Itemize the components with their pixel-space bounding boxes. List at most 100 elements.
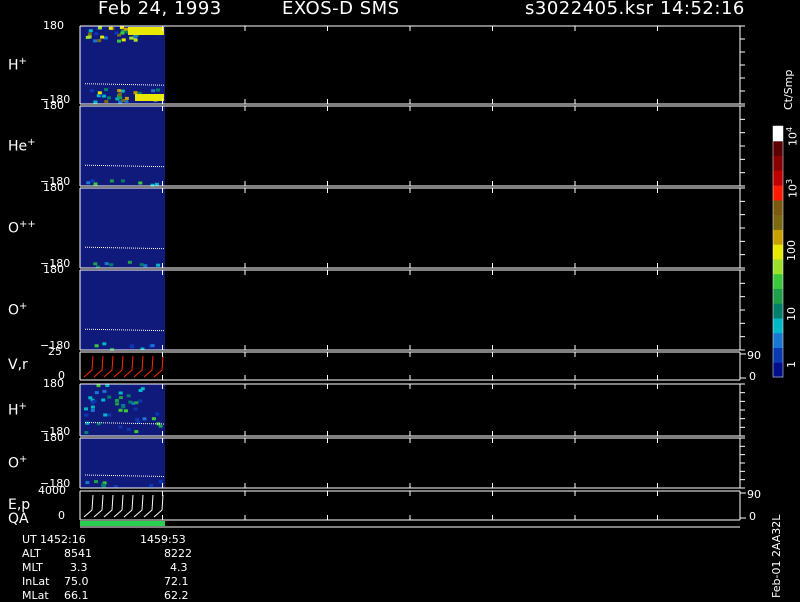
spectrogram-cell — [106, 96, 111, 100]
velocity-trace — [143, 494, 154, 518]
footer-row-value-end: 1459:53 — [140, 533, 186, 546]
spectrogram-cell — [121, 405, 126, 409]
axis-top-label: 180 — [43, 377, 64, 390]
footer-row-name: UT — [22, 533, 37, 546]
spectrogram-cell — [84, 413, 89, 417]
spectrogram-cell — [118, 100, 123, 104]
spectrogram-cell — [102, 389, 107, 393]
colorbar-segment — [773, 258, 783, 275]
spectrogram-cell — [109, 179, 114, 183]
spectrogram-cell — [149, 483, 154, 487]
colorbar-segment — [773, 273, 783, 289]
axis-top-label: 25 — [48, 345, 62, 358]
spectrogram-cell — [107, 413, 112, 417]
data-code: Feb-01 2AA32L — [770, 514, 783, 598]
colorbar-segment — [773, 185, 783, 201]
spectrogram-cell — [118, 425, 123, 429]
colorbar-segment — [773, 126, 783, 142]
colorbar-segment — [773, 214, 783, 230]
velocity-trace — [93, 355, 104, 378]
spectrogram-cell — [94, 391, 99, 395]
colorbar-tick-label: 1 — [785, 361, 798, 368]
spectrogram-cell — [104, 88, 108, 92]
velocity-trace — [153, 494, 164, 518]
spectrogram-cell — [133, 407, 138, 411]
spectrogram-cell — [120, 31, 125, 35]
velocity-trace — [133, 494, 144, 518]
spectrogram-cell — [93, 39, 98, 43]
footer-row-value-end: 8222 — [164, 547, 192, 560]
colorbar-segment — [773, 332, 783, 348]
colorbar-segment — [773, 303, 783, 319]
colorbar-tick-label: 103 — [785, 178, 800, 198]
footer-row-value-start: 8541 — [64, 547, 92, 560]
spectrogram-cell — [123, 27, 128, 31]
spectrogram-cell — [118, 391, 123, 395]
colorbar-tick-label: 100 — [785, 240, 798, 261]
panel-label: O+ — [8, 454, 28, 472]
spectrogram-cell — [154, 182, 159, 186]
spectrogram-cell — [101, 398, 106, 402]
spectrogram-cell — [109, 263, 114, 267]
spectrogram-fill-6 — [80, 438, 165, 488]
spectrogram-cell — [117, 39, 121, 43]
spectrogram-cell — [127, 260, 132, 264]
spectrogram-cell — [102, 342, 107, 346]
axis-top-label: 180 — [43, 431, 64, 444]
spectrogram-cell — [134, 430, 139, 434]
colorbar-segment — [773, 317, 783, 334]
velocity-trace — [83, 355, 94, 378]
footer-row-name: ALT — [22, 547, 41, 560]
velocity-trace — [123, 494, 134, 518]
spectrogram-cell — [158, 480, 163, 484]
spectrogram-cell — [108, 26, 113, 30]
spectrogram-cell — [114, 399, 119, 402]
panel-label-2: QA — [8, 510, 29, 527]
plot-file: s3022405.ksr — [525, 0, 654, 19]
spectrogram-cell — [104, 262, 109, 266]
panel-label: O++ — [8, 219, 36, 237]
spectrogram-cell — [101, 483, 105, 487]
spectrogram-fill-1 — [80, 106, 165, 186]
spectrogram-fill-2 — [80, 188, 165, 268]
velocity-trace — [143, 355, 154, 378]
spectrogram-cell — [97, 91, 102, 95]
colorbar-tick-label: 10 — [785, 307, 798, 321]
velocity-trace — [93, 494, 104, 518]
spectrogram-cell — [98, 26, 102, 30]
colorbar-unit: Ct/Smp — [782, 69, 795, 110]
axis-bottom-label: 0 — [58, 509, 65, 522]
velocity-trace — [103, 494, 114, 518]
right-axis-bottom-label: 0 — [749, 510, 756, 523]
spectrogram-cell — [100, 35, 105, 39]
spectrogram-cell — [89, 89, 94, 93]
spectrogram-cell — [138, 399, 143, 403]
spectrogram-band-top — [128, 27, 164, 35]
spectrogram-cell — [94, 32, 99, 36]
spectrogram-cell — [134, 401, 139, 405]
spectrogram-cell — [121, 38, 126, 42]
spectrogram-cell — [120, 179, 125, 183]
colorbar-segment — [773, 140, 783, 157]
spectrogram-cell — [117, 92, 122, 96]
footer-row-value-start: 75.0 — [64, 575, 89, 588]
spectrogram-cell — [86, 181, 91, 185]
footer-row-value-start: 66.1 — [64, 589, 89, 602]
footer-row-name: MLT — [22, 561, 43, 574]
colorbar-segment — [773, 155, 783, 171]
spectrogram-cell — [107, 395, 112, 399]
colorbar-segment — [773, 362, 783, 378]
spectrogram-cell — [88, 396, 93, 400]
spectrogram-cell — [104, 100, 109, 103]
panel-label: He+ — [8, 137, 36, 155]
panel-label: V,r — [8, 357, 28, 373]
velocity-trace — [123, 355, 134, 378]
qa-bar — [80, 521, 165, 526]
footer-row-value-start: 3.3 — [70, 561, 88, 574]
spectrogram-cell — [92, 399, 97, 403]
axis-top-label: 180 — [43, 263, 64, 276]
spectrogram-cell — [123, 409, 128, 413]
spectrogram-cell — [103, 36, 108, 40]
spectrogram-cell — [90, 405, 95, 409]
panel-label: O+ — [8, 301, 28, 319]
